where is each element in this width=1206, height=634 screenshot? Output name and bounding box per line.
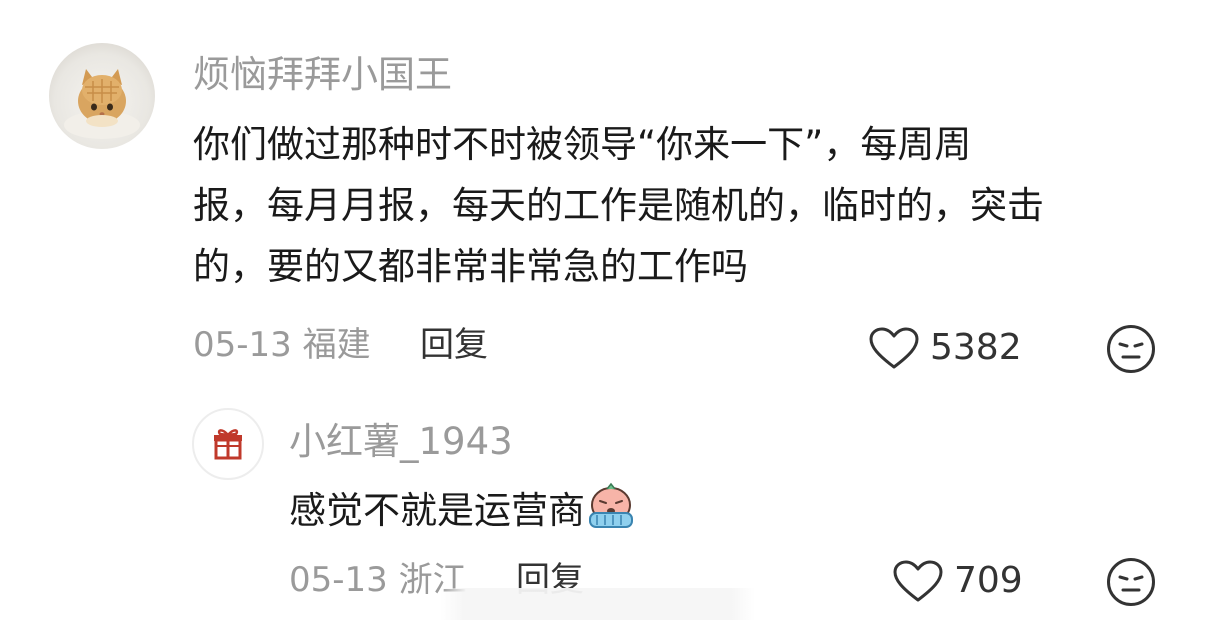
comment-text-line: 报，每月月报，每天的工作是随机的，临时的，突击 — [193, 184, 1044, 227]
user-avatar[interactable] — [192, 408, 264, 480]
username[interactable]: 小红薯_1943 — [289, 423, 513, 460]
dislike-button[interactable] — [1105, 323, 1157, 375]
username[interactable]: 烦恼拜拜小国王 — [193, 56, 452, 93]
comment-text-line: 的，要的又都非常非常急的工作吗 — [193, 245, 748, 288]
meh-face-icon — [1107, 325, 1155, 373]
heart-icon — [893, 560, 943, 602]
comment-text-line: 你们做过那种时不时被领导“你来一下”，每周周 — [193, 123, 972, 166]
watermark-overlay — [440, 588, 755, 620]
like-button[interactable]: 709 — [892, 559, 1023, 603]
cat-avatar-icon — [64, 69, 140, 139]
dislike-button[interactable] — [1105, 556, 1157, 608]
meh-face-icon — [1107, 558, 1155, 606]
comment-location: 福建 — [302, 325, 371, 365]
gift-icon — [214, 429, 242, 460]
comment-text[interactable]: 你们做过那种时不时被领导“你来一下”，每周周 报，每月月报，每天的工作是随机的，… — [193, 114, 1044, 297]
like-button[interactable]: 5382 — [868, 326, 1022, 370]
like-count: 709 — [954, 560, 1023, 601]
comment-text-content: 感觉不就是运营商 — [289, 489, 585, 532]
like-count: 5382 — [930, 327, 1022, 368]
user-avatar[interactable] — [49, 43, 155, 149]
crying-face-emoji-icon — [589, 482, 633, 528]
comment-text[interactable]: 感觉不就是运营商 — [289, 480, 637, 541]
comment-meta: 05-13 福建 — [193, 328, 371, 362]
reply-button[interactable]: 回复 — [420, 328, 488, 362]
heart-icon — [869, 327, 919, 369]
comment-date: 05-13 — [193, 325, 292, 365]
comment-date: 05-13 — [289, 560, 388, 600]
comment-list: 烦恼拜拜小国王 你们做过那种时不时被领导“你来一下”，每周周 报，每月月报，每天… — [0, 0, 1206, 634]
